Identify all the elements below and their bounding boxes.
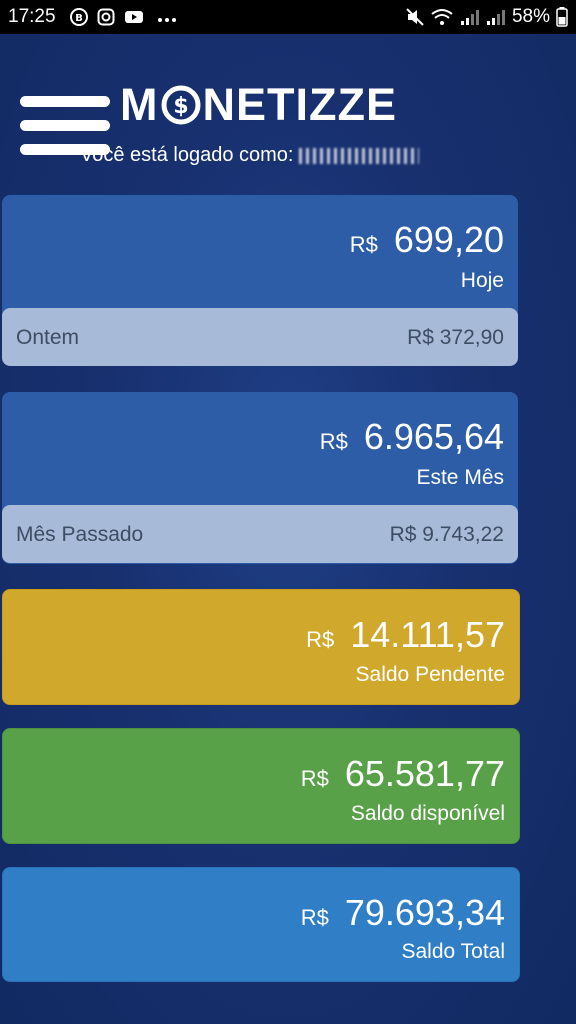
today-caption: Hoje xyxy=(460,269,504,292)
month-caption: Este Mês xyxy=(416,466,504,489)
available-caption: Saldo disponível xyxy=(350,802,505,825)
battery-icon xyxy=(556,7,568,27)
b-circle-icon: B xyxy=(70,8,88,26)
pending-amount: 14.111,57 xyxy=(350,614,505,655)
currency-label: R$ xyxy=(349,232,378,257)
signal-icon-2 xyxy=(486,10,505,25)
total-amount: 79.693,34 xyxy=(344,892,505,933)
battery-percent: 58% xyxy=(511,6,550,27)
status-right: 58% xyxy=(406,6,568,28)
currency-label: R$ xyxy=(300,905,329,930)
today-amount: 699,20 xyxy=(393,219,504,260)
wifi-icon xyxy=(431,9,453,25)
card-today: R$ 699,20 Hoje Ontem R$ 372,90 xyxy=(2,195,518,366)
logo-text-right: NETIZZE xyxy=(202,79,397,130)
last-month-label: Mês Passado xyxy=(16,523,144,546)
instagram-icon xyxy=(97,8,115,26)
status-time: 17:25 xyxy=(8,6,56,27)
blurred-username xyxy=(299,147,420,164)
more-dots-icon xyxy=(158,18,176,22)
signal-icon xyxy=(460,10,479,25)
coin-icon: $ xyxy=(161,85,200,125)
logged-in-info: Você está logado como: xyxy=(80,144,420,167)
mute-icon xyxy=(406,8,424,26)
card-today-main: R$ 699,20 Hoje xyxy=(2,195,518,308)
pending-caption: Saldo Pendente xyxy=(355,663,505,686)
yesterday-label: Ontem xyxy=(16,326,80,349)
card-month-main: R$ 6.965,64 Este Mês xyxy=(2,392,518,505)
yesterday-value: R$ 372,90 xyxy=(407,326,504,349)
card-last-month-row: Mês Passado R$ 9.743,22 xyxy=(2,505,518,563)
svg-text:B: B xyxy=(75,13,83,24)
currency-label: R$ xyxy=(319,429,348,454)
month-amount: 6.965,64 xyxy=(363,416,504,457)
logo-text-left: M xyxy=(120,79,159,130)
currency-label: R$ xyxy=(300,766,329,791)
last-month-value: R$ 9.743,22 xyxy=(389,523,504,546)
card-pending-balance: R$ 14.111,57 Saldo Pendente xyxy=(2,589,520,705)
available-amount: 65.581,77 xyxy=(344,753,505,794)
svg-text:$: $ xyxy=(173,94,188,119)
card-yesterday-row: Ontem R$ 372,90 xyxy=(2,308,518,366)
youtube-icon xyxy=(125,11,143,23)
card-month: R$ 6.965,64 Este Mês Mês Passado R$ 9.74… xyxy=(2,392,518,564)
card-available-balance: R$ 65.581,77 Saldo disponível xyxy=(2,728,520,844)
status-bar: 17:25 B 58% xyxy=(0,0,576,34)
logged-in-label: Você está logado como: xyxy=(80,144,294,166)
monetizze-logo: M $ NETIZZE xyxy=(120,79,397,130)
card-total-balance: R$ 79.693,34 Saldo Total xyxy=(2,867,520,982)
total-caption: Saldo Total xyxy=(401,940,505,963)
currency-label: R$ xyxy=(306,627,335,652)
